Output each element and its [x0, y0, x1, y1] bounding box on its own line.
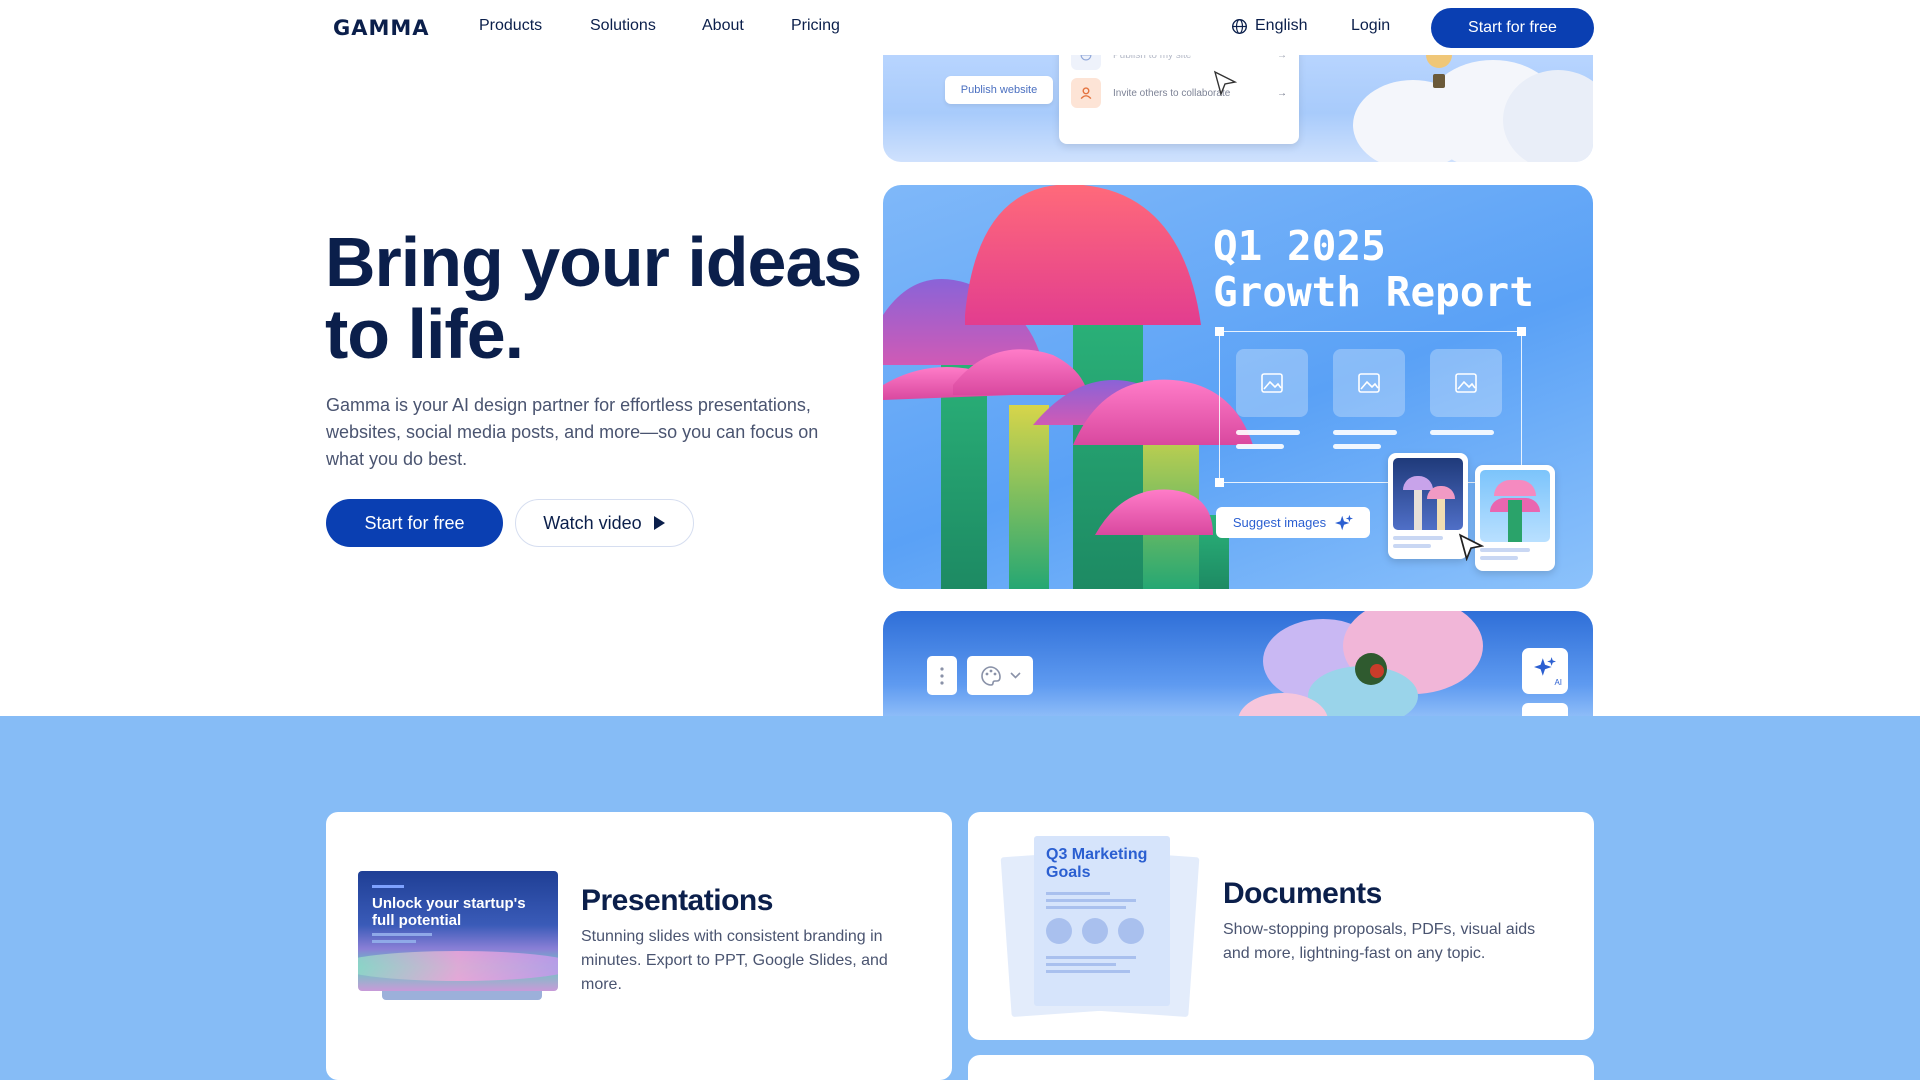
- growth-report-preview: Q1 2025 Growth Report Suggest images: [883, 185, 1593, 589]
- text-line: [1046, 956, 1136, 959]
- globe-icon: [1232, 18, 1247, 34]
- language-label: English: [1255, 17, 1308, 34]
- pie-icon: [1118, 918, 1144, 944]
- suggest-images-button[interactable]: Suggest images: [1216, 507, 1370, 538]
- text-line: [1333, 430, 1397, 435]
- nav-link-pricing[interactable]: Pricing: [791, 17, 840, 35]
- mushroom-thumbnail: [1480, 470, 1550, 542]
- doc-title: Q3 Marketing Goals: [1046, 846, 1148, 881]
- text-line: [1236, 430, 1300, 435]
- image-suggestion-thumb[interactable]: [1475, 465, 1555, 571]
- nav-start-free-button[interactable]: Start for free: [1431, 8, 1594, 48]
- nav-link-products[interactable]: Products: [479, 17, 542, 35]
- feature-text-presentations: Stunning slides with consistent branding…: [581, 928, 888, 993]
- toolbar-button-partial[interactable]: [1522, 703, 1568, 716]
- resize-handle[interactable]: [1517, 327, 1526, 336]
- watch-video-label: Watch video: [543, 512, 642, 533]
- features-section: Unlock your startup's full potential Pre…: [0, 716, 1920, 1080]
- ai-assistant-button[interactable]: AI: [1522, 648, 1568, 694]
- pie-icon: [1046, 918, 1072, 944]
- resize-handle[interactable]: [1215, 327, 1224, 336]
- theme-editor-preview: AI: [883, 611, 1593, 716]
- image-placeholder-icon: [1333, 349, 1405, 417]
- text-line: [1333, 444, 1381, 449]
- sparkle-icon: [1335, 514, 1354, 530]
- wave-shape: [358, 951, 558, 981]
- text-line: [1046, 899, 1136, 902]
- pie-icon: [1082, 918, 1108, 944]
- presentation-thumbnail: Unlock your startup's full potential: [358, 871, 558, 991]
- cursor-icon: [1213, 70, 1237, 96]
- ai-label: AI: [1554, 677, 1562, 687]
- publish-preview-card: Publish website Publish to my site → Inv…: [883, 40, 1593, 162]
- text-line: [372, 933, 432, 936]
- cursor-icon: [1458, 533, 1484, 561]
- play-icon: [653, 516, 665, 530]
- publish-menu: Publish to my site → Invite others to co…: [1059, 40, 1299, 144]
- arrow-right-icon: →: [1277, 87, 1287, 99]
- thumbnail-title: Unlock your startup's full potential: [372, 895, 526, 929]
- text-line: [1046, 970, 1130, 973]
- hero-title: Bring your ideas to life.: [325, 223, 862, 373]
- more-options-button[interactable]: [927, 656, 957, 695]
- sparkle-icon: [1534, 656, 1556, 676]
- login-link[interactable]: Login: [1351, 17, 1390, 35]
- feature-text-documents: Show-stopping proposals, PDFs, visual ai…: [1223, 921, 1536, 962]
- text-line: [1046, 963, 1116, 966]
- top-navigation: GAMMA Products Solutions About Pricing E…: [0, 0, 1920, 55]
- report-title-line2: Growth Report: [1213, 268, 1534, 316]
- flower-illustration: [1238, 611, 1483, 716]
- start-free-button[interactable]: Start for free: [326, 499, 503, 547]
- text-line: [1046, 906, 1126, 909]
- feature-card-documents[interactable]: Q3 Marketing Goals Documents Show-stoppi…: [968, 812, 1594, 1040]
- theme-dropdown[interactable]: [967, 656, 1033, 695]
- menu-item-invite[interactable]: Invite others to collaborate →: [1071, 78, 1287, 108]
- feature-title-presentations: Presentations: [581, 884, 773, 917]
- report-title: Q1 2025 Growth Report: [1213, 223, 1534, 315]
- gamma-logo[interactable]: GAMMA: [333, 16, 430, 40]
- image-placeholder-icon: [1236, 349, 1308, 417]
- text-line: [372, 940, 416, 943]
- user-icon: [1071, 78, 1101, 108]
- feature-title-documents: Documents: [1223, 877, 1382, 910]
- text-line: [1236, 444, 1284, 449]
- report-title-line1: Q1 2025: [1213, 222, 1386, 270]
- feature-card-presentations[interactable]: Unlock your startup's full potential Pre…: [326, 812, 952, 1080]
- watch-video-button[interactable]: Watch video: [515, 499, 694, 547]
- vertical-dots-icon: [940, 666, 944, 685]
- palette-icon: [980, 665, 1001, 686]
- image-suggestion-thumb[interactable]: [1388, 453, 1468, 559]
- feature-card-partial[interactable]: [968, 1055, 1594, 1080]
- text-line: [1046, 892, 1110, 895]
- resize-handle[interactable]: [1215, 478, 1224, 487]
- language-selector[interactable]: English: [1231, 17, 1307, 35]
- hero-subtitle: Gamma is your AI design partner for effo…: [326, 395, 819, 469]
- accent-line: [372, 885, 404, 888]
- doc-page-front: Q3 Marketing Goals: [1034, 836, 1170, 1006]
- balloon-basket: [1433, 74, 1445, 88]
- text-line: [1430, 430, 1494, 435]
- publish-website-button[interactable]: Publish website: [945, 76, 1053, 104]
- nav-link-solutions[interactable]: Solutions: [590, 17, 656, 35]
- chevron-down-icon: [1009, 672, 1021, 679]
- mushroom-thumbnail: [1393, 458, 1463, 530]
- document-thumbnail: Q3 Marketing Goals: [1000, 836, 1200, 1018]
- suggest-images-label: Suggest images: [1232, 515, 1327, 530]
- image-placeholder-icon: [1430, 349, 1502, 417]
- nav-link-about[interactable]: About: [702, 17, 744, 35]
